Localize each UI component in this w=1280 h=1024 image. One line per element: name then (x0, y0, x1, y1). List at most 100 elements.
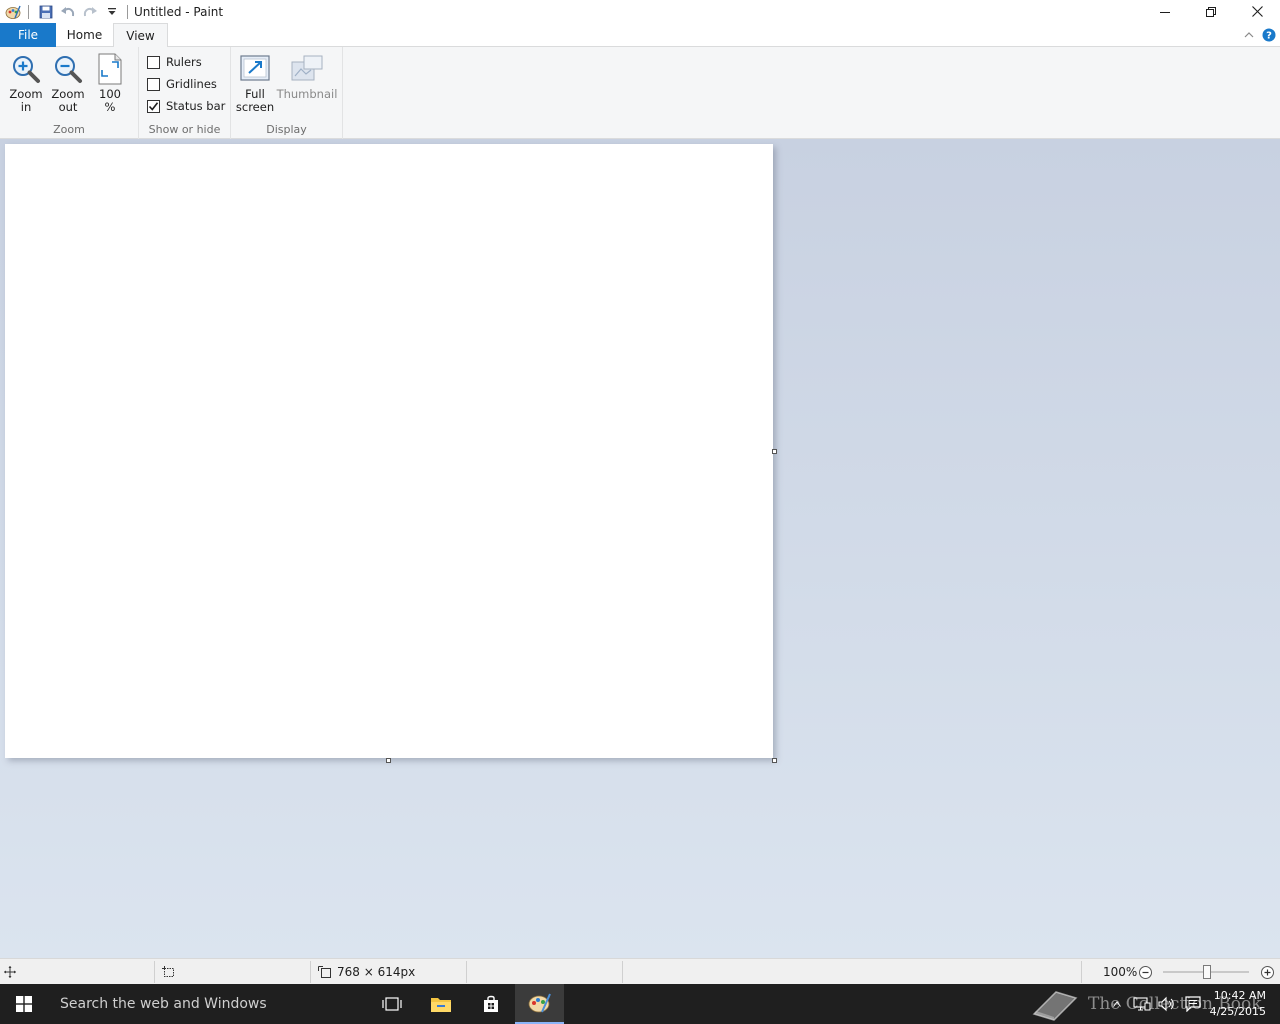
thumbnail-button[interactable]: Thumbnail (276, 52, 338, 101)
taskbar-clock[interactable]: 10:42 AM 4/25/2015 (1210, 988, 1266, 1020)
canvas-resize-handle-right[interactable] (772, 449, 777, 454)
zoom-100-label-2: % (104, 100, 116, 114)
network-tray-button[interactable] (1130, 984, 1154, 1024)
undo-icon[interactable] (57, 1, 79, 23)
paint-palette-icon (528, 993, 551, 1013)
window-title: Untitled - Paint (134, 4, 224, 19)
zoom-out-label-2: out (58, 100, 78, 114)
full-screen-icon (238, 52, 272, 86)
customize-qat-icon[interactable] (101, 1, 123, 23)
minimize-button[interactable] (1142, 0, 1188, 23)
qat-separator (127, 4, 128, 19)
canvas-size-text: 768 × 614px (337, 965, 416, 979)
canvas-resize-handle-corner[interactable] (772, 758, 777, 763)
full-screen-button[interactable]: Full screen (236, 52, 274, 114)
status-separator (1081, 961, 1082, 983)
thumbnail-icon (290, 52, 324, 86)
tab-home[interactable]: Home (56, 23, 113, 47)
close-button[interactable] (1234, 0, 1280, 23)
rulers-checkbox[interactable] (147, 55, 160, 69)
status-separator (310, 961, 311, 983)
zoom-level-text: 100% (1103, 965, 1138, 979)
selection-size-icon (162, 966, 174, 977)
folder-icon (431, 998, 451, 1012)
task-view-button[interactable] (368, 984, 416, 1024)
minimize-ribbon-icon[interactable] (1244, 31, 1254, 39)
actual-size-icon (93, 52, 127, 86)
plus-circle-icon (1261, 965, 1274, 979)
zoom-in-label-2: in (20, 100, 32, 114)
status-separator (154, 961, 155, 983)
display-group-label: Display (266, 123, 307, 136)
full-screen-label-2: screen (235, 100, 275, 114)
search-placeholder: Search the web and Windows (60, 996, 267, 1012)
volume-icon (1158, 996, 1174, 1012)
paint-taskbar-button[interactable] (515, 984, 564, 1024)
zoom-out-icon (51, 52, 85, 86)
book-watermark-icon (1032, 991, 1078, 1021)
close-icon (1251, 6, 1263, 17)
drawing-canvas[interactable] (5, 144, 773, 758)
show-hide-group: Rulers Gridlines Status bar Show or hide (139, 47, 231, 139)
ribbon-tab-bar: File Home View ? (0, 23, 1280, 48)
cursor-position-cell (4, 959, 16, 985)
gridlines-checkbox[interactable] (147, 77, 160, 91)
tab-view[interactable]: View (113, 23, 168, 48)
canvas-size-icon (318, 966, 331, 978)
status-bar-checkbox[interactable] (147, 99, 160, 113)
start-button[interactable] (0, 984, 48, 1024)
minimize-icon (1160, 11, 1170, 13)
quick-access-toolbar (0, 0, 134, 23)
qat-separator (28, 4, 29, 19)
help-icon[interactable]: ? (1262, 28, 1276, 42)
status-bar-label: Status bar (166, 99, 226, 113)
window-controls (1142, 0, 1280, 23)
canvas-workspace (0, 139, 1280, 958)
task-view-icon (382, 997, 402, 1011)
clock-time: 10:42 AM (1213, 989, 1266, 1002)
zoom-in-status-button[interactable] (1261, 959, 1274, 985)
show-hidden-icons-button[interactable] (1108, 984, 1126, 1024)
rulers-label: Rulers (166, 55, 202, 69)
zoom-slider-thumb[interactable] (1203, 965, 1211, 979)
action-center-button[interactable] (1182, 984, 1204, 1024)
gridlines-checkbox-row[interactable]: Gridlines (147, 77, 217, 91)
restore-button[interactable] (1188, 0, 1234, 23)
network-icon (1133, 997, 1151, 1011)
ribbon: Zoom in Zoom out 100 % Zoom Rulers Gridl… (0, 47, 1280, 139)
status-separator (466, 961, 467, 983)
clock-date: 4/25/2015 (1209, 1005, 1266, 1018)
cursor-position-icon (4, 966, 16, 978)
tab-file[interactable]: File (0, 23, 56, 47)
zoom-100-button[interactable]: 100 % (92, 52, 128, 114)
zoom-slider[interactable] (1163, 959, 1249, 985)
selection-size-cell (162, 959, 175, 985)
display-group: Full screen Thumbnail Display (231, 47, 343, 139)
store-bag-icon (483, 995, 498, 1012)
status-bar: 768 × 614px 100% (0, 958, 1280, 984)
store-taskbar-button[interactable] (466, 984, 515, 1024)
zoom-group: Zoom in Zoom out 100 % Zoom (0, 47, 139, 139)
status-separator (622, 961, 623, 983)
zoom-out-status-button[interactable] (1139, 959, 1152, 985)
title-bar: Untitled - Paint (0, 0, 1280, 23)
zoom-group-label: Zoom (53, 123, 85, 136)
show-hide-group-label: Show or hide (148, 123, 221, 136)
paint-app-icon[interactable] (2, 1, 24, 23)
canvas-resize-handle-bottom[interactable] (386, 758, 391, 763)
ribbon-tab-extras: ? (1244, 23, 1280, 47)
save-icon[interactable] (35, 1, 57, 23)
status-bar-checkbox-row[interactable]: Status bar (147, 99, 225, 113)
action-center-icon (1185, 996, 1201, 1012)
zoom-in-button[interactable]: Zoom in (7, 52, 45, 114)
thumbnail-label: Thumbnail (276, 87, 338, 101)
file-explorer-taskbar-button[interactable] (416, 984, 466, 1024)
zoom-out-button[interactable]: Zoom out (49, 52, 87, 114)
windows-logo-icon (16, 996, 32, 1012)
taskbar-search-box[interactable]: Search the web and Windows (48, 984, 368, 1024)
zoom-in-icon (9, 52, 43, 86)
volume-tray-button[interactable] (1156, 984, 1178, 1024)
restore-icon (1206, 6, 1216, 17)
redo-icon[interactable] (79, 1, 101, 23)
rulers-checkbox-row[interactable]: Rulers (147, 55, 202, 69)
